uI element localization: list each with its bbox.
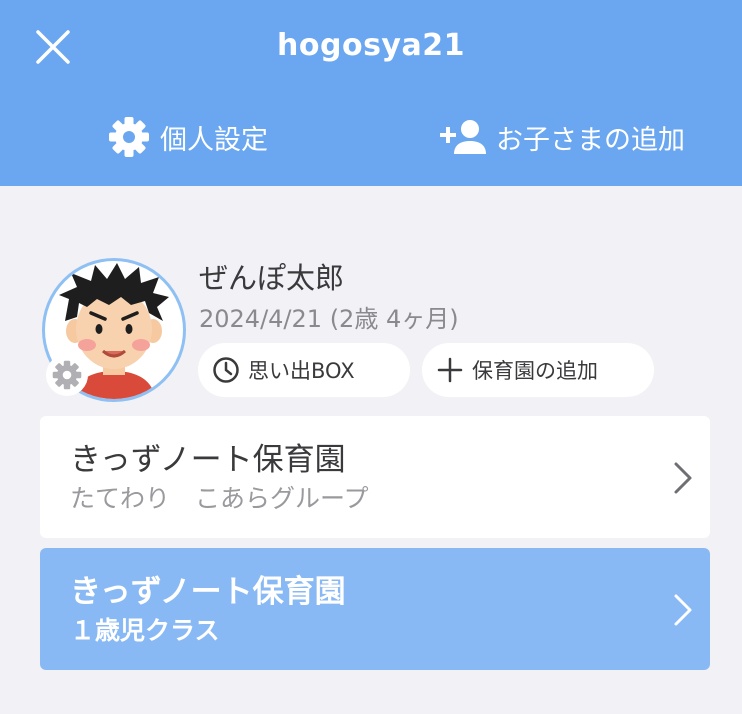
chevron-right-icon bbox=[674, 594, 692, 626]
add-child-label: お子さまの追加 bbox=[496, 124, 685, 156]
child-name: ぜんぽ太郎 bbox=[199, 261, 345, 295]
personal-settings-label: 個人設定 bbox=[160, 124, 268, 156]
nursery-group: たてわり こあらグループ bbox=[70, 484, 369, 513]
nursery-name: きっずノート保育園 bbox=[70, 442, 346, 478]
add-child-button[interactable]: お子さまの追加 bbox=[440, 112, 685, 162]
plus-icon bbox=[437, 357, 463, 383]
child-birthdate: 2024/4/21 (2歳 4ヶ月) bbox=[199, 305, 459, 333]
memory-box-label: 思い出BOX bbox=[248, 359, 355, 383]
child-avatar[interactable] bbox=[42, 258, 186, 402]
add-nursery-label: 保育園の追加 bbox=[472, 359, 598, 383]
gear-icon bbox=[52, 360, 82, 390]
nursery-card[interactable]: きっずノート保育園 たてわり こあらグループ bbox=[40, 416, 710, 538]
page-title: hogosya21 bbox=[277, 28, 465, 63]
add-nursery-button[interactable]: 保育園の追加 bbox=[422, 343, 654, 397]
clock-icon bbox=[213, 357, 239, 383]
personal-settings-button[interactable]: 個人設定 bbox=[108, 112, 268, 162]
add-person-icon bbox=[440, 120, 486, 154]
nursery-name: きっずノート保育園 bbox=[70, 574, 346, 610]
memory-box-button[interactable]: 思い出BOX bbox=[198, 343, 410, 397]
avatar-settings-button[interactable] bbox=[46, 354, 88, 396]
nursery-group: １歳児クラス bbox=[70, 616, 220, 645]
top-header: hogosya21 個人設定 お子さまの追加 bbox=[0, 0, 742, 186]
gear-icon bbox=[109, 117, 149, 157]
chevron-right-icon bbox=[674, 462, 692, 494]
nursery-card-selected[interactable]: きっずノート保育園 １歳児クラス bbox=[40, 548, 710, 670]
